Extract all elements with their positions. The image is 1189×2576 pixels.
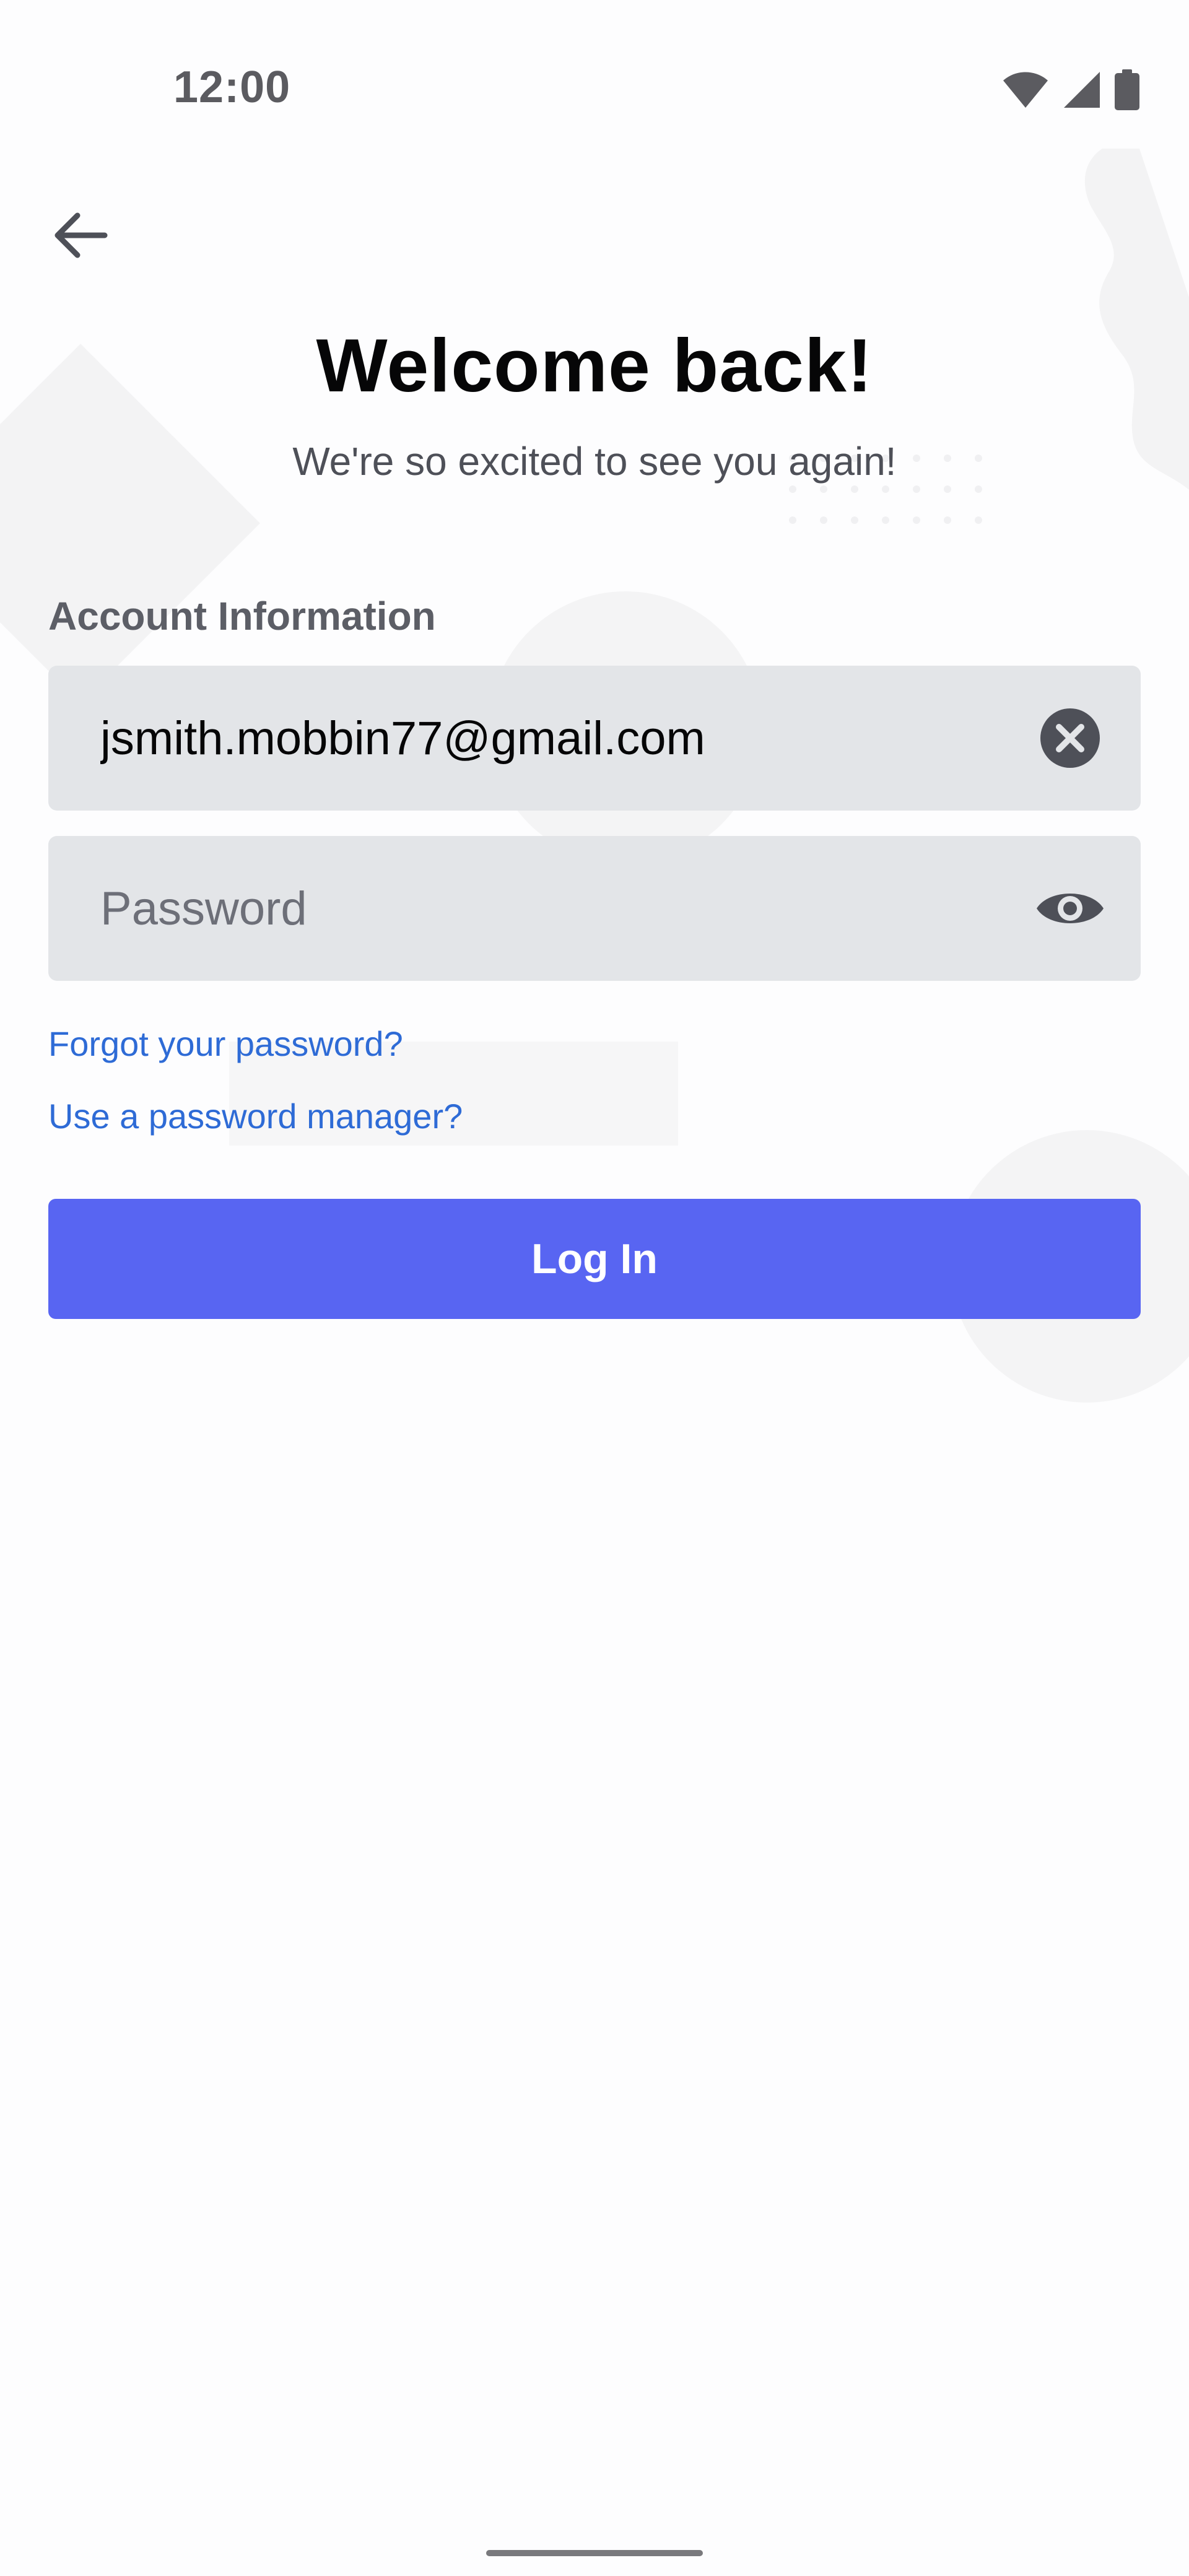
password-manager-link[interactable]: Use a password manager?	[48, 1096, 463, 1136]
battery-icon	[1115, 69, 1139, 110]
login-screen: 12:00 Welcome back! We're so excited to …	[0, 0, 1189, 2576]
login-button[interactable]: Log In	[48, 1199, 1141, 1319]
status-bar-icons	[1002, 68, 1139, 111]
back-button[interactable]	[43, 198, 118, 272]
forgot-password-link[interactable]: Forgot your password?	[48, 1024, 403, 1064]
clear-email-button[interactable]	[1034, 702, 1106, 774]
clear-circle-icon	[1040, 708, 1100, 768]
email-field[interactable]: jsmith.mobbin77@gmail.com	[48, 666, 1141, 811]
toggle-password-visibility-button[interactable]	[1034, 872, 1106, 944]
home-indicator[interactable]	[486, 2550, 703, 2556]
password-field[interactable]: Password	[48, 836, 1141, 981]
email-field-value[interactable]: jsmith.mobbin77@gmail.com	[100, 711, 1034, 765]
wifi-icon	[1003, 72, 1048, 108]
arrow-left-icon	[54, 212, 108, 258]
cell-signal-icon	[1064, 72, 1100, 108]
account-information-label: Account Information	[48, 594, 436, 638]
page-title: Welcome back!	[316, 323, 873, 407]
eye-icon	[1037, 894, 1104, 923]
password-field-placeholder[interactable]: Password	[100, 882, 1034, 936]
page-subtitle: We're so excited to see you again!	[292, 439, 897, 484]
status-bar-time: 12:00	[173, 63, 291, 112]
